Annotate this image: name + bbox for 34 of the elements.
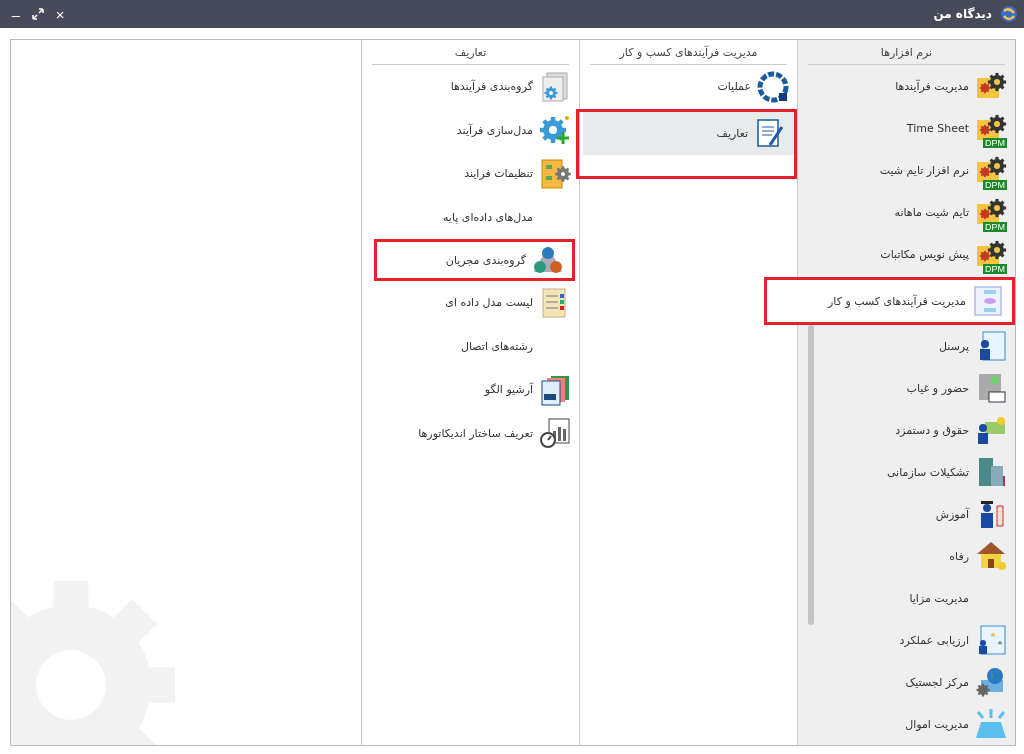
menu-item[interactable]: لیست مدل داده ای bbox=[362, 281, 579, 325]
menu-item[interactable]: رشته‌های اتصال bbox=[362, 324, 579, 368]
menu-item[interactable]: مرکز لجستیک bbox=[798, 661, 1015, 703]
menu-item[interactable]: تعریف ساختار اندیکاتورها bbox=[362, 411, 579, 455]
badge: DPM bbox=[983, 138, 1007, 148]
close-button[interactable]: × bbox=[50, 4, 70, 24]
menu-item[interactable]: حضور و غیاب bbox=[798, 367, 1015, 409]
menu-item[interactable]: گروه‌بندی فرآیندها bbox=[362, 65, 579, 109]
menu-item[interactable]: ارزیابی عملکرد bbox=[798, 619, 1015, 661]
menu-item[interactable]: تشکیلات سازمانی bbox=[798, 451, 1015, 493]
menu-item[interactable]: مدیریت فرآیندها bbox=[798, 65, 1015, 107]
column-header: مدیریت فرآیندهای کسب و کار bbox=[590, 40, 787, 65]
badge: DPM bbox=[983, 180, 1007, 190]
menu-item[interactable]: مدل‌های داده‌ای پایه bbox=[362, 195, 579, 239]
menu-item[interactable]: عملیات bbox=[580, 65, 797, 109]
menu-item[interactable]: مدیریت اموال bbox=[798, 703, 1015, 745]
menu-item[interactable]: DPM Time Sheet bbox=[798, 107, 1015, 149]
menu-item[interactable]: پرسنل bbox=[798, 325, 1015, 367]
menu-item[interactable]: آرشیو الگو bbox=[362, 368, 579, 412]
menu-item[interactable]: حقوق و دستمزد bbox=[798, 409, 1015, 451]
menu-item[interactable]: آموزش bbox=[798, 493, 1015, 535]
column-header: نرم افزارها bbox=[808, 40, 1005, 65]
window-title: دیدگاه من bbox=[933, 7, 992, 21]
menu-item[interactable]: مدیریت فرآیندهای کسب و کار bbox=[797, 280, 1012, 322]
menu-item[interactable]: تعاریف bbox=[583, 111, 794, 155]
menu-item[interactable]: مدل‌سازی فرآیند bbox=[362, 108, 579, 152]
badge: DPM bbox=[983, 222, 1007, 232]
menu-item[interactable]: گروه‌بندی مجریان bbox=[377, 242, 572, 278]
badge: DPM bbox=[983, 264, 1007, 274]
menu-item[interactable]: مدیریت مزایا bbox=[798, 577, 1015, 619]
column-header: تعاریف bbox=[372, 40, 569, 65]
menu-item[interactable]: تنظیمات فرایند bbox=[362, 152, 579, 196]
minimize-button[interactable]: – bbox=[6, 4, 26, 24]
menu-item[interactable]: رفاه bbox=[798, 535, 1015, 577]
